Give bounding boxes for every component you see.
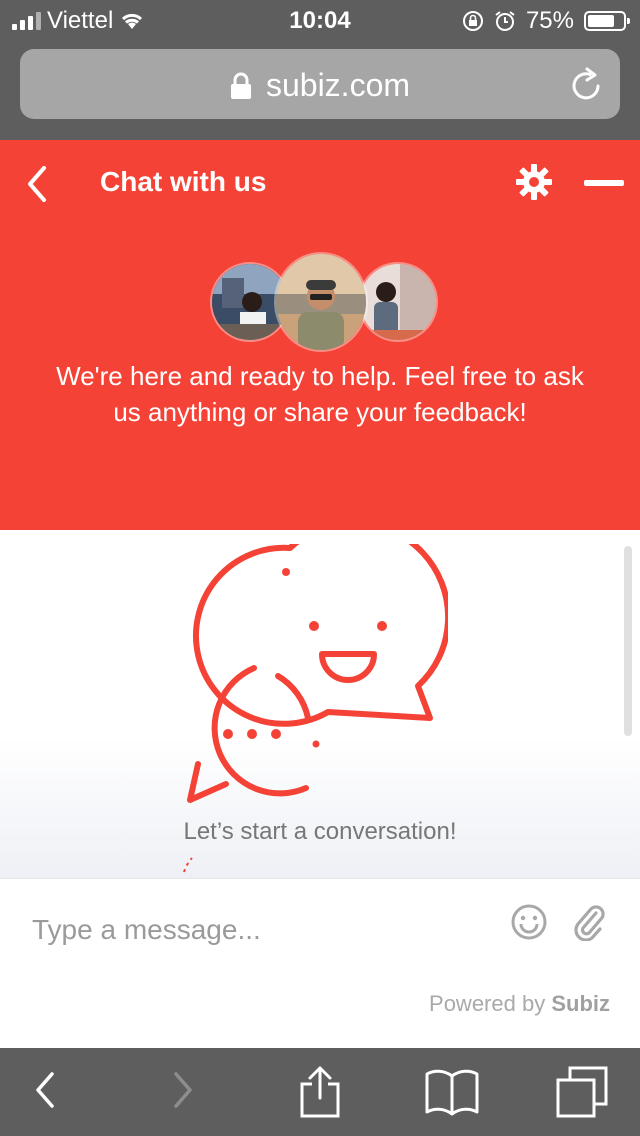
minimize-icon[interactable] [584, 180, 624, 186]
lock-icon [230, 72, 251, 99]
powered-by-text: Powered by [429, 991, 546, 1016]
agent-avatars [210, 252, 438, 352]
start-conversation-text: Let’s start a conversation! [183, 818, 457, 845]
browser-bar: subiz.com [0, 40, 640, 140]
browser-toolbar [0, 1048, 640, 1136]
lock-rotation-icon [462, 11, 483, 31]
status-bar: Viettel 10:04 75% [0, 0, 640, 40]
forward-icon[interactable] [168, 1068, 198, 1112]
back-icon[interactable] [22, 162, 52, 206]
back-icon[interactable] [30, 1068, 60, 1112]
message-input[interactable] [30, 907, 474, 953]
message-composer: Powered by Subiz [0, 878, 640, 1049]
avatar [358, 262, 438, 342]
share-icon[interactable] [298, 1064, 342, 1118]
tabs-icon[interactable] [556, 1066, 610, 1118]
brand-link[interactable]: Subiz [551, 991, 610, 1016]
url-text: subiz.com [265, 67, 411, 103]
welcome-message: We're here and ready to help. Feel free … [56, 361, 584, 427]
powered-by: Powered by Subiz [429, 991, 610, 1017]
address-bar[interactable]: subiz.com [20, 49, 620, 119]
battery-icon [584, 11, 630, 31]
chat-title: Chat with us [100, 166, 267, 197]
battery-fill [588, 15, 614, 27]
bookmarks-icon[interactable] [424, 1068, 480, 1116]
attach-icon[interactable] [572, 903, 606, 941]
avatar [274, 252, 368, 352]
chat-header: Chat with us We're here and ready to hel… [0, 140, 640, 530]
emoji-icon[interactable] [510, 903, 548, 941]
gear-icon[interactable] [514, 162, 554, 202]
scrollbar[interactable] [624, 546, 632, 736]
alarm-icon [495, 11, 515, 31]
reload-icon[interactable] [570, 66, 604, 102]
battery-percent: 75% [525, 7, 574, 34]
